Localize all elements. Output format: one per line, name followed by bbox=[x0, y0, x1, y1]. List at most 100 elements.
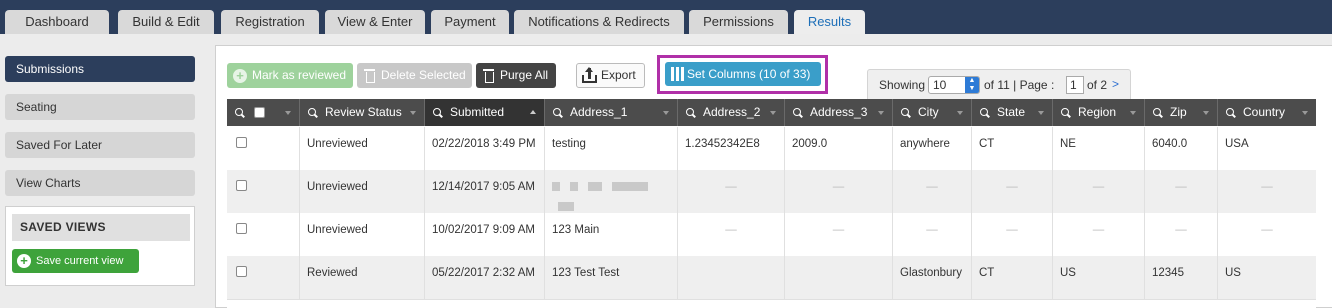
save-current-view-label: Save current view bbox=[36, 255, 124, 267]
set-columns-button[interactable]: Set Columns (10 of 33) bbox=[665, 62, 821, 86]
select-all-column bbox=[227, 99, 300, 126]
cell-state: CT bbox=[972, 127, 1053, 170]
row-select-cell bbox=[227, 170, 300, 213]
sidebar-item-saved-for-later[interactable]: Saved For Later bbox=[5, 132, 195, 158]
save-current-view-button[interactable]: + Save current view bbox=[12, 249, 139, 273]
sort-ascending-icon[interactable] bbox=[530, 110, 536, 114]
table-row[interactable]: Unreviewed 10/02/2017 9:09 AM 123 Main —… bbox=[227, 213, 1316, 256]
top-tab-bar: Dashboard Build & Edit Registration View… bbox=[0, 0, 1332, 35]
search-icon[interactable] bbox=[686, 108, 694, 116]
cell-submitted: 02/22/2018 3:49 PM bbox=[425, 127, 545, 170]
plus-icon: + bbox=[233, 69, 247, 83]
column-header-address-3[interactable]: Address_3 bbox=[785, 99, 893, 126]
tab-notifications-redirects[interactable]: Notifications & Redirects bbox=[514, 10, 684, 34]
per-page-select[interactable]: 10 ▲ ▼ bbox=[928, 76, 980, 94]
table-row[interactable]: Unreviewed 02/22/2018 3:49 PM testing 1.… bbox=[227, 127, 1316, 170]
search-icon[interactable] bbox=[235, 108, 243, 116]
search-icon[interactable] bbox=[1226, 108, 1234, 116]
row-select-cell bbox=[227, 256, 300, 299]
column-header-address-1[interactable]: Address_1 bbox=[545, 99, 678, 126]
sidebar-item-seating[interactable]: Seating bbox=[5, 94, 195, 120]
pagination-bar: Showing 10 ▲ ▼ of 11 | Page : 1 of 2 > bbox=[867, 69, 1131, 99]
search-icon[interactable] bbox=[1061, 108, 1069, 116]
purge-all-button[interactable]: Purge All bbox=[476, 63, 556, 88]
column-label: Region bbox=[1078, 105, 1117, 119]
search-icon[interactable] bbox=[553, 108, 561, 116]
search-icon[interactable] bbox=[433, 108, 441, 116]
delete-selected-button[interactable]: Delete Selected bbox=[357, 63, 472, 88]
cell-region: US bbox=[1053, 256, 1145, 299]
column-header-address-2[interactable]: Address_2 bbox=[678, 99, 785, 126]
tab-registration[interactable]: Registration bbox=[221, 10, 319, 34]
row-select-cell bbox=[227, 213, 300, 256]
cell-address-3 bbox=[785, 256, 893, 299]
sidebar-item-submissions[interactable]: Submissions bbox=[5, 56, 195, 82]
cell-submitted: 12/14/2017 9:05 AM bbox=[425, 170, 545, 213]
sidebar-item-view-charts[interactable]: View Charts bbox=[5, 170, 195, 196]
cell-city: anywhere bbox=[893, 127, 972, 170]
column-header-country[interactable]: Country bbox=[1218, 99, 1316, 126]
tab-payment[interactable]: Payment bbox=[431, 10, 509, 34]
table-row[interactable]: Reviewed 05/22/2017 2:32 AM 123 Test Tes… bbox=[227, 256, 1316, 299]
export-icon bbox=[582, 67, 597, 83]
chevron-down-icon[interactable] bbox=[285, 111, 291, 115]
cell-address-2 bbox=[678, 256, 785, 299]
column-header-city[interactable]: City bbox=[893, 99, 972, 126]
column-header-state[interactable]: State bbox=[972, 99, 1053, 126]
export-button[interactable]: Export bbox=[576, 63, 645, 88]
column-header-zip[interactable]: Zip bbox=[1145, 99, 1218, 126]
row-checkbox[interactable] bbox=[236, 137, 247, 148]
chevron-down-icon[interactable] bbox=[957, 111, 963, 115]
row-checkbox[interactable] bbox=[236, 180, 247, 191]
column-header-review-status[interactable]: Review Status bbox=[300, 99, 425, 126]
per-page-value: 10 bbox=[933, 78, 947, 92]
column-label: State bbox=[997, 105, 1026, 119]
chevron-down-icon[interactable] bbox=[1038, 111, 1044, 115]
mark-as-reviewed-button[interactable]: + Mark as reviewed bbox=[227, 63, 353, 88]
cell-state: CT bbox=[972, 256, 1053, 299]
cell-address-3: — bbox=[785, 213, 893, 256]
search-icon[interactable] bbox=[1153, 108, 1161, 116]
redacted-text bbox=[588, 182, 602, 192]
trash-icon bbox=[364, 69, 375, 83]
row-checkbox[interactable] bbox=[236, 266, 247, 277]
search-icon[interactable] bbox=[901, 108, 909, 116]
empty-value: — bbox=[1261, 181, 1273, 193]
row-checkbox[interactable] bbox=[236, 223, 247, 234]
chevron-down-icon[interactable] bbox=[1130, 111, 1136, 115]
chevron-down-icon[interactable] bbox=[770, 111, 776, 115]
cell-zip: — bbox=[1145, 170, 1218, 213]
cell-city: — bbox=[893, 170, 972, 213]
select-all-checkbox[interactable] bbox=[254, 107, 265, 118]
chevron-down-icon[interactable] bbox=[1302, 111, 1308, 115]
table-row[interactable]: Unreviewed 12/14/2017 9:05 AM — — — — — … bbox=[227, 170, 1316, 213]
cell-zip: — bbox=[1145, 213, 1218, 256]
cell-state: — bbox=[972, 170, 1053, 213]
next-page-link[interactable]: > bbox=[1112, 77, 1119, 91]
chevron-down-icon[interactable] bbox=[663, 111, 669, 115]
tab-view-enter[interactable]: View & Enter bbox=[325, 10, 425, 34]
cell-city: Glastonbury bbox=[893, 256, 972, 299]
chevron-down-icon[interactable] bbox=[410, 111, 416, 115]
search-icon[interactable] bbox=[793, 108, 801, 116]
total-pages-label: of 2 bbox=[1087, 78, 1108, 92]
tab-build-edit[interactable]: Build & Edit bbox=[118, 10, 214, 34]
cell-address-2: 1.23452342E8 bbox=[678, 127, 785, 170]
search-icon[interactable] bbox=[980, 108, 988, 116]
chevron-down-icon[interactable] bbox=[878, 111, 884, 115]
cell-submitted: 10/02/2017 9:09 AM bbox=[425, 213, 545, 256]
showing-label: Showing bbox=[879, 78, 926, 92]
cell-region: — bbox=[1053, 170, 1145, 213]
page-number-input[interactable]: 1 bbox=[1066, 76, 1084, 94]
tab-permissions[interactable]: Permissions bbox=[689, 10, 788, 34]
column-header-region[interactable]: Region bbox=[1053, 99, 1145, 126]
tab-dashboard[interactable]: Dashboard bbox=[5, 10, 109, 34]
empty-value: — bbox=[1006, 181, 1018, 193]
column-header-submitted[interactable]: Submitted bbox=[425, 99, 545, 126]
redacted-text bbox=[552, 182, 560, 192]
chevron-down-icon[interactable] bbox=[1203, 111, 1209, 115]
tab-results[interactable]: Results bbox=[794, 10, 865, 35]
cell-address-1: 123 Main bbox=[545, 213, 678, 256]
cell-submitted: 05/22/2017 2:32 AM bbox=[425, 256, 545, 299]
search-icon[interactable] bbox=[308, 108, 316, 116]
